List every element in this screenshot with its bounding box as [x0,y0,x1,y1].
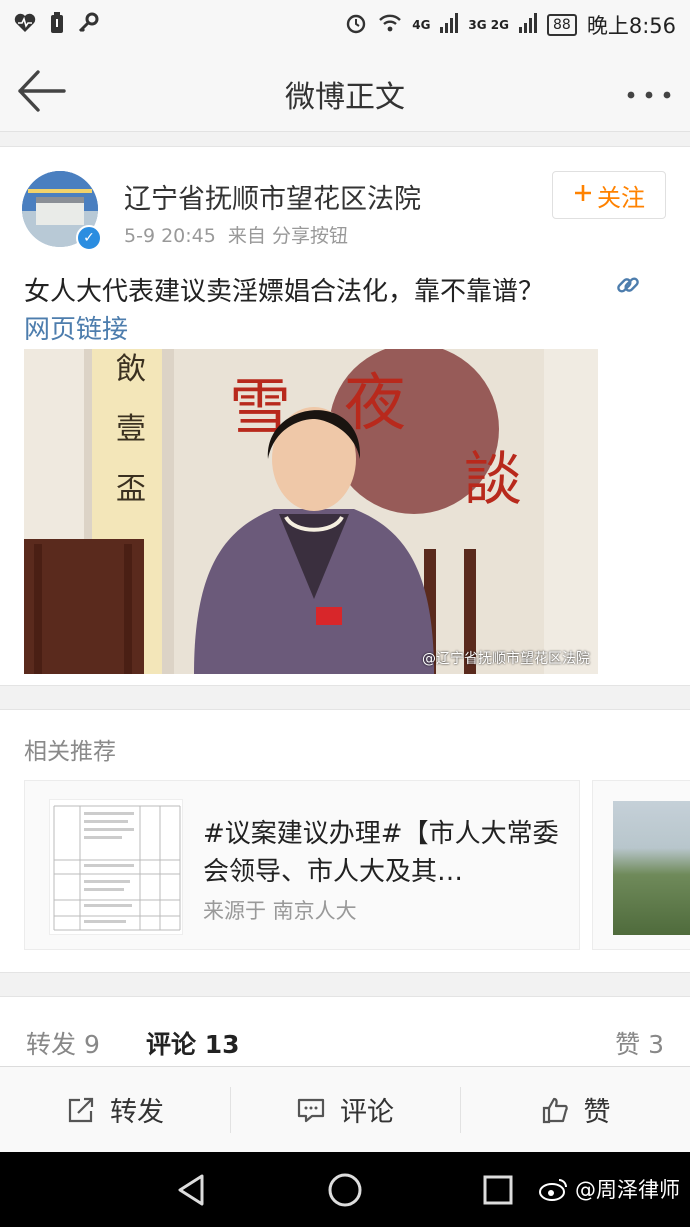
follow-button[interactable]: 关注 [552,171,666,219]
battery-indicator: 88 [547,14,577,36]
svg-text:壹: 壹 [116,412,146,447]
like-button[interactable]: 赞 [460,1067,690,1152]
comment-icon [297,1098,325,1122]
thumbs-up-icon [542,1097,568,1123]
recommendation-card-2[interactable] [592,780,690,950]
web-link[interactable]: 网页链接 [24,309,128,346]
system-back-button[interactable] [172,1170,212,1210]
share-icon [68,1097,94,1122]
author-name[interactable]: 辽宁省抚顺市望花区法院 [124,177,421,216]
comment-button[interactable]: 评论 [230,1067,460,1152]
page-title: 微博正文 [285,80,405,115]
like-count-tab[interactable]: 赞 3 [615,1025,664,1061]
key-icon [78,12,100,38]
battery-saver-icon [50,12,64,38]
svg-text:盃: 盃 [116,472,146,507]
post-meta: 5-9 20:45 来自 分享按钮 [124,221,348,248]
post-source: 来自 分享按钮 [227,225,348,247]
recommendation-thumbnail [49,799,183,935]
svg-text:夜: 夜 [344,366,406,439]
weibo-logo-icon [539,1179,567,1201]
triangle-back-icon [178,1174,204,1206]
repost-button[interactable]: 转发 [0,1067,230,1152]
signal-bars-icon-2 [519,12,537,38]
signal-3g-icon: 3G 2G [468,18,509,32]
plus-icon [573,181,593,209]
follow-label: 关注 [597,183,645,212]
system-home-button[interactable] [325,1170,365,1210]
status-bar: 4G 3G 2G 88 晚上8:56 [0,0,690,50]
status-time: 晚上8:56 [586,14,676,38]
recommendation-headline: #议案建议办理#【市人大常委会领导、市人大及其… [203,819,559,887]
recommendation-thumbnail-2 [613,801,690,935]
recommendation-card[interactable]: #议案建议办理#【市人大常委会领导、市人大及其… 来源于 南京人大 [24,780,580,950]
repost-label: 转发 [110,1097,164,1128]
image-watermark: @辽宁省抚顺市望花区法院 [422,651,590,667]
like-label: 赞 [583,1097,611,1128]
link-icon [614,271,642,299]
svg-text:飲: 飲 [116,352,146,387]
recommendation-source: 来源于 南京人大 [203,899,357,923]
related-recommendations: 相关推荐 #议案建议办理#【市人大常委会领导、市人大及其… 来源于 南京人大 [0,709,690,973]
comment-label: 评论 [340,1097,394,1128]
heart-rate-icon [14,13,36,37]
watermark-credit: @周泽律师 [539,1174,680,1204]
more-options-button[interactable] [626,74,672,109]
signal-4g-icon: 4G [412,18,431,32]
system-nav-bar: @周泽律师 [0,1152,690,1227]
alarm-icon [344,11,368,40]
post-text: 女人大代表建议卖淫嫖娼合法化，靠不靠谱？ [24,277,545,307]
credit-text: @周泽律师 [575,1178,680,1202]
square-recents-icon [483,1175,513,1205]
weibo-post: ✓ 辽宁省抚顺市望花区法院 5-9 20:45 来自 分享按钮 关注 女人大代表… [0,146,690,686]
svg-text:談: 談 [464,445,522,513]
section-title: 相关推荐 [24,739,116,765]
action-bar: 转发 评论 赞 [0,1066,690,1152]
system-recents-button[interactable] [478,1170,518,1210]
repost-count-tab[interactable]: 转发 9 [26,1025,100,1061]
more-dots-icon [627,91,671,99]
nav-bar: 微博正文 [0,50,690,132]
verified-badge-icon: ✓ [76,225,102,251]
interaction-counts: 转发 9 评论 13 赞 3 [0,996,690,1066]
post-image[interactable]: 飲 壹 盃 雪 夜 談 @辽宁省抚顺市望花区法院 [24,349,598,674]
wifi-icon [378,13,402,38]
signal-bars-icon [440,12,459,38]
circle-home-icon [328,1173,362,1207]
comment-count-tab[interactable]: 评论 13 [146,1025,240,1061]
post-time: 5-9 20:45 [124,225,216,247]
